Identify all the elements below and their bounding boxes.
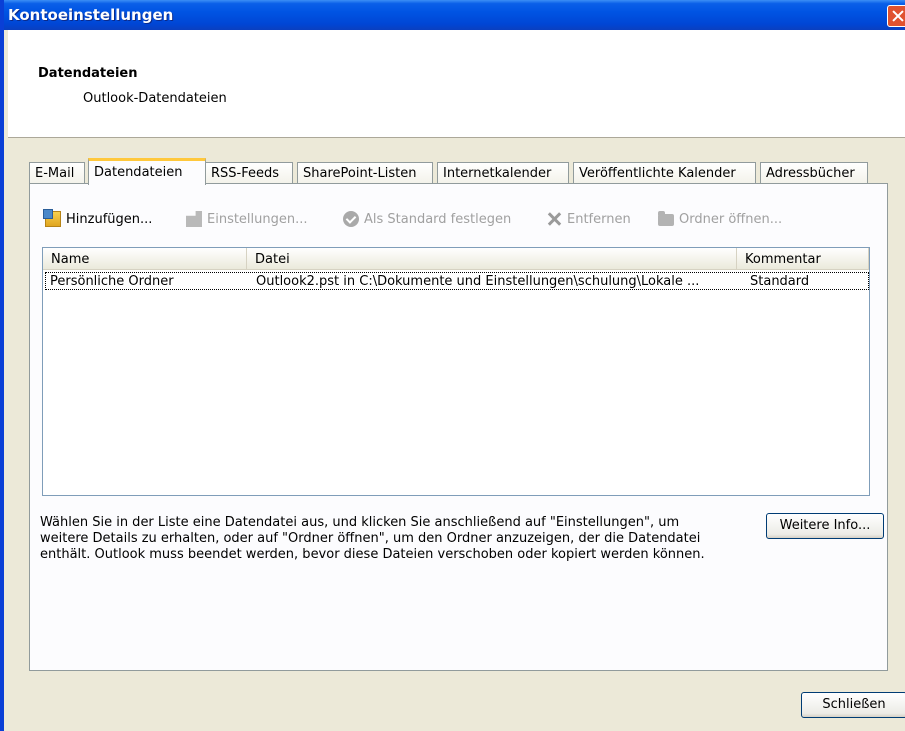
remove-button[interactable]: Entfernen	[546, 208, 631, 230]
account-settings-dialog: Kontoeinstellungen Datendateien Outlook-…	[0, 0, 905, 731]
window-title: Kontoeinstellungen	[8, 6, 174, 24]
header-subtitle: Outlook-Datendateien	[83, 91, 227, 106]
row-name: Persönliche Ordner	[50, 274, 174, 289]
set-default-label: Als Standard festlegen	[364, 211, 512, 227]
add-label: Hinzufügen...	[66, 211, 153, 227]
settings-label: Einstellungen...	[207, 211, 308, 227]
list-header: Name Datei Kommentar	[43, 248, 869, 270]
column-header-name[interactable]: Name	[43, 248, 247, 270]
settings-button[interactable]: Einstellungen...	[186, 208, 308, 230]
help-text: Wählen Sie in der Liste eine Datendatei …	[40, 515, 705, 562]
data-files-list[interactable]: Name Datei Kommentar Persönliche Ordner …	[42, 247, 870, 496]
row-comment: Standard	[750, 274, 810, 289]
dialog-header: Datendateien Outlook-Datendateien	[8, 30, 905, 138]
tab-internet-calendars[interactable]: Internetkalender	[437, 162, 569, 184]
data-files-panel: Hinzufügen... Einstellungen... Als Stand…	[29, 183, 888, 671]
add-data-file-icon	[43, 209, 61, 227]
checkmark-icon	[343, 211, 359, 227]
tab-address-books[interactable]: Adressbücher	[760, 162, 868, 184]
close-icon[interactable]	[887, 5, 905, 27]
column-header-comment[interactable]: Kommentar	[737, 248, 869, 270]
folder-icon	[658, 211, 674, 226]
tab-email[interactable]: E-Mail	[29, 162, 85, 184]
settings-icon	[186, 211, 202, 227]
set-default-button[interactable]: Als Standard festlegen	[343, 208, 511, 230]
tab-data-files[interactable]: Datendateien	[88, 158, 206, 185]
row-file: Outlook2.pst in C:\Dokumente und Einstel…	[256, 274, 700, 289]
column-header-file[interactable]: Datei	[247, 248, 737, 270]
add-button[interactable]: Hinzufügen...	[43, 208, 153, 230]
open-folder-label: Ordner öffnen...	[679, 211, 783, 227]
header-title: Datendateien	[38, 66, 138, 81]
tab-sharepoint-lists[interactable]: SharePoint-Listen	[297, 162, 433, 184]
remove-icon	[546, 211, 562, 227]
table-row[interactable]: Persönliche Ordner Outlook2.pst in C:\Do…	[45, 272, 869, 290]
open-folder-button[interactable]: Ordner öffnen...	[658, 208, 782, 230]
close-button[interactable]: Schließen	[801, 692, 905, 718]
more-info-button[interactable]: Weitere Info...	[766, 513, 884, 539]
tab-rss-feeds[interactable]: RSS-Feeds	[205, 162, 293, 184]
title-bar[interactable]: Kontoeinstellungen	[4, 0, 905, 30]
tab-published-calendars[interactable]: Veröffentlichte Kalender	[573, 162, 756, 184]
remove-label: Entfernen	[567, 211, 631, 227]
